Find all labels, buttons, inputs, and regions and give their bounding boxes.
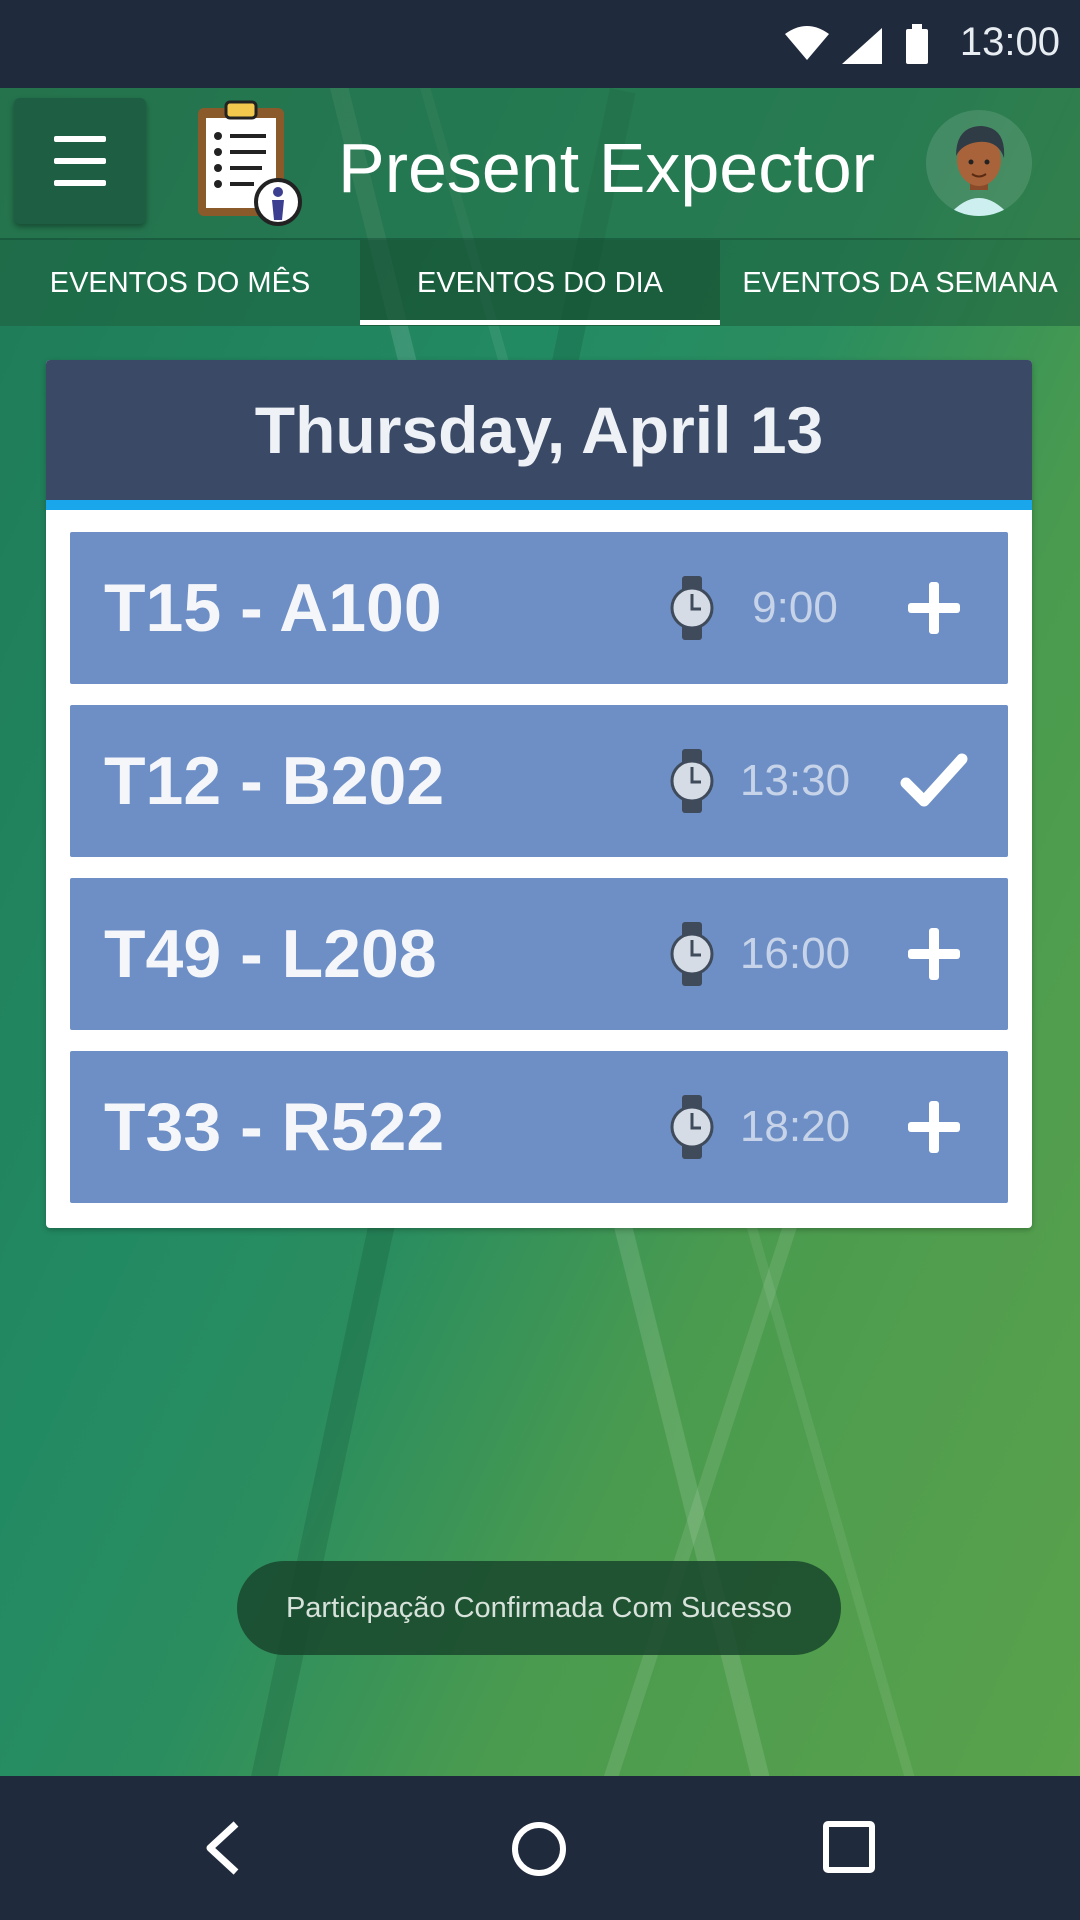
app-bar: Present Expector bbox=[0, 88, 1080, 238]
menu-button[interactable] bbox=[14, 98, 146, 224]
status-time: 13:00 bbox=[959, 20, 1060, 64]
card-header: Thursday, April 13 bbox=[46, 360, 1032, 500]
recents-icon[interactable] bbox=[822, 1820, 876, 1874]
event-time: 13:30 bbox=[739, 756, 851, 805]
tab-eventos-da-semana[interactable]: EVENTOS DA SEMANA bbox=[720, 240, 1080, 326]
watch-icon bbox=[670, 749, 714, 813]
signal-icon bbox=[842, 28, 882, 64]
system-nav-bar bbox=[0, 1776, 1080, 1920]
app-title: Present Expector bbox=[338, 129, 875, 207]
user-avatar-icon[interactable] bbox=[926, 110, 1032, 216]
event-name: T15 - A100 bbox=[104, 570, 442, 646]
card-accent-divider bbox=[46, 500, 1032, 510]
event-row[interactable]: T12 - B202 13:30 bbox=[70, 705, 1008, 857]
event-row[interactable]: T49 - L208 16:00 bbox=[70, 878, 1008, 1030]
tab-bar: EVENTOS DO MÊS EVENTOS DO DIA EVENTOS DA… bbox=[0, 238, 1080, 326]
clipboard-checklist-icon bbox=[198, 100, 302, 226]
status-bar: 13:00 bbox=[0, 0, 1080, 88]
battery-icon bbox=[906, 24, 928, 64]
event-row[interactable]: T33 - R522 18:20 bbox=[70, 1051, 1008, 1203]
tab-eventos-do-dia[interactable]: EVENTOS DO DIA bbox=[360, 240, 720, 326]
event-name: T33 - R522 bbox=[104, 1089, 445, 1165]
wifi-icon bbox=[785, 26, 829, 60]
event-row[interactable]: T15 - A100 9:00 bbox=[70, 532, 1008, 684]
watch-icon bbox=[670, 1095, 714, 1159]
event-time: 18:20 bbox=[739, 1102, 851, 1151]
event-name: T12 - B202 bbox=[104, 743, 445, 819]
card-date: Thursday, April 13 bbox=[254, 393, 824, 467]
check-icon[interactable] bbox=[900, 747, 968, 815]
event-time: 9:00 bbox=[752, 583, 838, 632]
day-events-card: Thursday, April 13 T15 - A100 9:00 T12 -… bbox=[46, 360, 1032, 1228]
back-icon[interactable] bbox=[200, 1820, 244, 1876]
plus-icon[interactable] bbox=[900, 920, 968, 988]
event-time: 16:00 bbox=[739, 929, 851, 978]
plus-icon[interactable] bbox=[900, 574, 968, 642]
tab-eventos-do-mes[interactable]: EVENTOS DO MÊS bbox=[0, 240, 360, 326]
plus-icon[interactable] bbox=[900, 1093, 968, 1161]
watch-icon bbox=[670, 576, 714, 640]
watch-icon bbox=[670, 922, 714, 986]
active-tab-indicator bbox=[360, 320, 720, 325]
toast-message: Participação Confirmada Com Sucesso bbox=[237, 1561, 841, 1655]
event-name: T49 - L208 bbox=[104, 916, 437, 992]
home-icon[interactable] bbox=[510, 1820, 568, 1878]
